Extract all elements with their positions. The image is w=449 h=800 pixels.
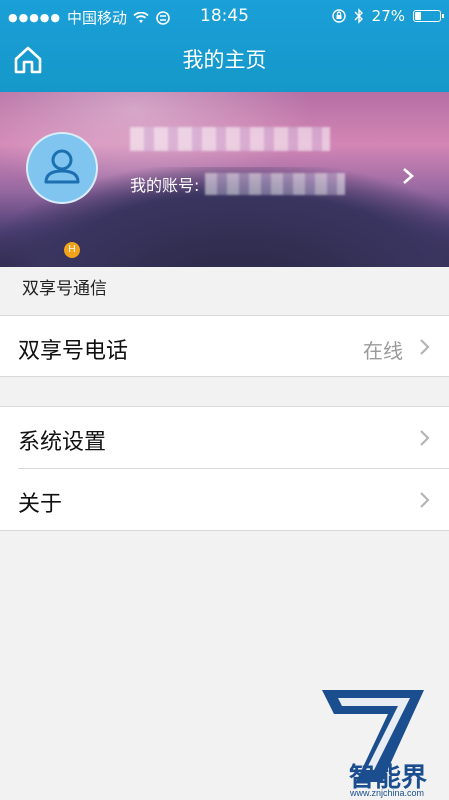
- phone-status: 在线: [363, 339, 403, 363]
- phone-cell[interactable]: 双享号电话 在线: [0, 315, 449, 377]
- profile-banner[interactable]: 我的账号:: [0, 92, 449, 267]
- status-right: 27%: [331, 7, 444, 25]
- top-bar: ●●●●● 中国移动 18:45 27% 我的主页: [0, 0, 449, 92]
- phone-label: 双享号电话: [18, 339, 129, 364]
- chevron-right-icon: [403, 168, 414, 184]
- level-badge: H: [64, 242, 80, 258]
- section-label: 双享号通信: [22, 279, 107, 299]
- status-bar: ●●●●● 中国移动 18:45 27%: [0, 0, 449, 32]
- account-number-redacted: [205, 173, 346, 195]
- page-title: 我的主页: [182, 48, 267, 72]
- about-cell[interactable]: 关于: [0, 469, 449, 531]
- settings-cell[interactable]: 系统设置: [0, 407, 449, 469]
- battery-fill: [415, 12, 422, 20]
- username-redacted: [130, 127, 330, 151]
- chevron-right-icon: [420, 430, 430, 446]
- orientation-lock-icon: [331, 9, 346, 23]
- watermark-url: www.znjchina.com: [350, 788, 425, 798]
- avatar[interactable]: [26, 132, 98, 204]
- battery-icon: [413, 10, 444, 22]
- bluetooth-icon: [354, 8, 363, 24]
- account-row: 我的账号:: [130, 172, 346, 196]
- battery-percent: 27%: [371, 7, 405, 25]
- settings-group: 系统设置 关于: [0, 406, 449, 531]
- about-label: 关于: [18, 492, 63, 517]
- chevron-right-icon: [420, 339, 430, 355]
- settings-label: 系统设置: [18, 430, 107, 455]
- chevron-right-icon: [420, 492, 430, 508]
- account-label: 我的账号:: [130, 176, 200, 195]
- user-icon: [44, 149, 80, 184]
